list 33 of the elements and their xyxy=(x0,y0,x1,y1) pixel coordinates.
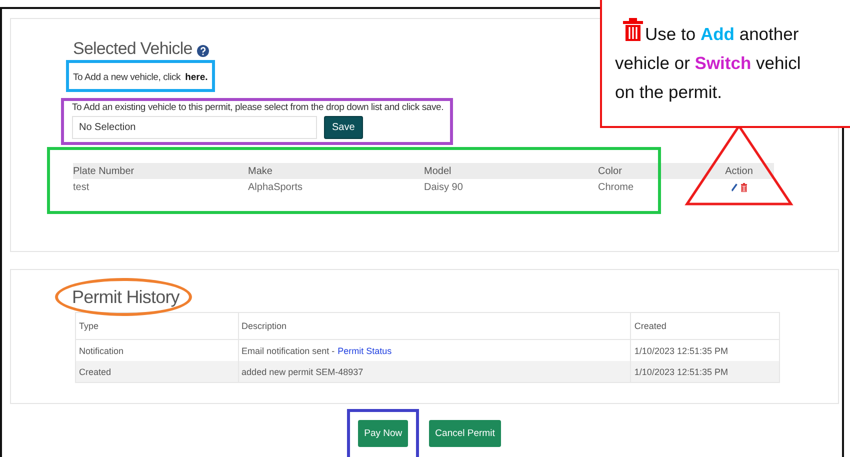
section-title: Selected Vehicle xyxy=(73,39,192,59)
table-cell: Created xyxy=(76,361,239,382)
column-header: Plate Number xyxy=(73,166,136,176)
trash-icon[interactable] xyxy=(741,182,747,192)
column-header: Type xyxy=(76,313,239,339)
pencil-icon[interactable] xyxy=(731,182,738,192)
cancel-permit-button[interactable]: Cancel Permit xyxy=(429,420,501,447)
trash-icon xyxy=(623,18,643,42)
column-header: Model xyxy=(424,166,452,176)
column-header: Color xyxy=(598,166,623,176)
vehicle-dropdown[interactable]: No Selection xyxy=(72,116,317,139)
status-link[interactable]: Permit Status xyxy=(338,346,392,356)
table-cell-text: AlphaSports xyxy=(248,182,304,192)
table-cell: Email notification sent - xyxy=(242,346,335,356)
help-icon xyxy=(197,44,210,56)
table-cell-text: 1/10/2023 12:51:35 PM xyxy=(633,366,729,378)
section-title: Permit History xyxy=(72,287,180,308)
table-cell-text: Daisy 90 xyxy=(424,182,464,192)
table-cell-text: 1/10/2023 12:51:35 PM xyxy=(633,344,729,358)
table-cell-text: test xyxy=(73,182,90,192)
column-header: Description xyxy=(238,313,632,339)
callout-text: Use to Add another xyxy=(645,23,799,46)
instruction-text: To Add a new vehicle, click xyxy=(73,72,181,83)
pay-now-button[interactable]: Pay Now xyxy=(358,420,408,447)
column-header: Created xyxy=(633,320,668,333)
column-header: Action xyxy=(724,166,754,176)
column-header: Make xyxy=(248,166,274,176)
instruction-text: To Add an existing vehicle to this permit, please select from the drop down list and click save. xyxy=(72,102,444,113)
save-button[interactable]: Save xyxy=(324,116,363,139)
table-cell-text: Chrome xyxy=(598,182,635,192)
callout-text: vehicle or Switch vehicl on the permit. xyxy=(615,52,801,104)
table-cell: added new permit SEM-48937 xyxy=(242,366,364,376)
here-link[interactable]: here. xyxy=(185,72,208,83)
